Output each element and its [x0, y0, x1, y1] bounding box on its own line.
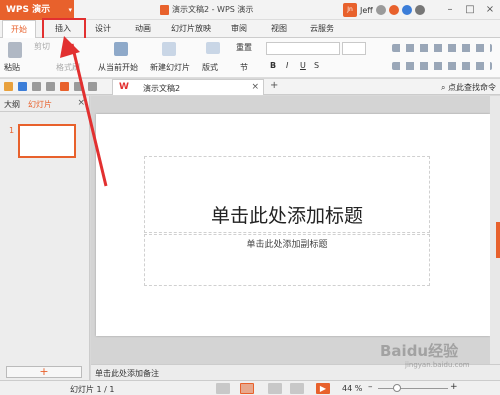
italic-icon[interactable]: I	[286, 61, 288, 70]
tab-view[interactable]: 视图	[262, 20, 296, 38]
slide-sorter-icon[interactable]	[240, 383, 254, 394]
layout-button[interactable]: 版式	[202, 62, 218, 73]
app-logo-label: WPS 演示	[6, 5, 51, 15]
format-painter-button[interactable]: 格式刷	[56, 62, 80, 73]
export-pdf-icon[interactable]	[60, 82, 69, 91]
underline-icon[interactable]: U	[300, 61, 306, 70]
tab-review[interactable]: 审阅	[222, 20, 256, 38]
shadow-icon[interactable]: S	[314, 61, 319, 70]
section-button[interactable]: 节	[240, 62, 248, 73]
zoom-slider-knob[interactable]	[393, 384, 401, 392]
print-icon[interactable]	[32, 82, 41, 91]
slide-panel: 大纲 幻灯片 × 1 +	[0, 96, 90, 380]
new-tab-button[interactable]: +	[270, 80, 278, 91]
maximize-icon[interactable]: □	[460, 0, 480, 20]
subtitle-placeholder-text: 单击此处添加副标题	[246, 240, 328, 250]
wps-app-menu-button[interactable]: WPS 演示 ▾	[0, 0, 74, 20]
command-search[interactable]: ⌕ 点此查找命令	[441, 82, 496, 93]
title-placeholder-text: 单击此处添加标题	[210, 205, 363, 227]
subtitle-placeholder[interactable]: 单击此处添加副标题	[144, 234, 430, 286]
undo-icon[interactable]	[74, 82, 83, 91]
font-family-select[interactable]	[266, 42, 340, 55]
status-bar: 幻灯片 1 / 1 ▶ 44 % – +	[0, 380, 500, 395]
user-name[interactable]: Jeff	[360, 6, 373, 15]
tab-outline[interactable]: 大纲	[4, 99, 20, 110]
from-current-button[interactable]: 从当前开始	[98, 62, 138, 73]
minimize-icon[interactable]: –	[440, 0, 460, 20]
preview-icon[interactable]	[46, 82, 55, 91]
bold-icon[interactable]: B	[270, 61, 276, 70]
tab-slides[interactable]: 幻灯片	[28, 99, 52, 110]
user-area: Jn Jeff	[343, 2, 425, 18]
save-icon[interactable]	[18, 82, 27, 91]
wps-doc-icon: W	[119, 82, 129, 92]
new-slide-icon[interactable]	[162, 42, 176, 56]
close-icon[interactable]: ×	[480, 0, 500, 20]
tab-cloud[interactable]: 云服务	[302, 20, 342, 38]
paste-icon[interactable]	[8, 42, 22, 58]
zoom-slider[interactable]	[378, 388, 448, 389]
reading-view-icon[interactable]	[268, 383, 282, 394]
zoom-in-icon[interactable]: +	[450, 382, 458, 392]
close-tab-icon[interactable]: ×	[251, 82, 259, 92]
slide-thumbnail-number: 1	[9, 126, 15, 135]
zoom-out-icon[interactable]: –	[368, 382, 373, 392]
settings-icon[interactable]	[414, 5, 425, 15]
zoom-level: 44 %	[342, 384, 363, 393]
window-controls: – □ ×	[440, 0, 500, 20]
chevron-down-icon: ▾	[68, 6, 72, 14]
alignment-tools-icon[interactable]	[392, 62, 492, 70]
font-size-select[interactable]	[342, 42, 366, 55]
close-icon[interactable]: ×	[77, 98, 85, 108]
redo-icon[interactable]	[88, 82, 97, 91]
slide-thumbnail[interactable]	[18, 124, 76, 158]
search-icon: ⌕	[440, 83, 448, 92]
play-from-current-icon[interactable]	[114, 42, 128, 56]
window-title: 演示文稿2 - WPS 演示	[160, 0, 253, 20]
side-panel-handle[interactable]	[496, 222, 500, 258]
watermark: Baidu经验	[380, 342, 459, 360]
tab-slideshow[interactable]: 幻灯片放映	[166, 20, 216, 38]
sync-icon[interactable]	[375, 5, 386, 15]
paragraph-tools-icon[interactable]	[392, 44, 492, 52]
tab-animation[interactable]: 动画	[126, 20, 160, 38]
avatar[interactable]: Jn	[343, 3, 357, 17]
watermark-url: jingyan.baidu.com	[405, 361, 470, 369]
ribbon: 粘贴 剪切 格式刷 从当前开始 新建幻灯片 版式 重置 节 B I U S	[0, 38, 500, 78]
normal-view-icon[interactable]	[216, 383, 230, 394]
notes-view-icon[interactable]	[290, 383, 304, 394]
reset-button[interactable]: 重置	[236, 42, 252, 53]
document-tab-title: 演示文稿2	[143, 84, 181, 93]
presentation-doc-icon	[160, 4, 169, 15]
play-slideshow-icon[interactable]: ▶	[316, 383, 330, 394]
add-slide-button[interactable]: +	[6, 366, 82, 378]
layout-icon[interactable]	[206, 42, 220, 54]
tab-design[interactable]: 设计	[86, 20, 120, 38]
new-slide-button[interactable]: 新建幻灯片	[150, 62, 190, 73]
notes-placeholder: 单击此处添加备注	[95, 369, 159, 378]
open-icon[interactable]	[4, 82, 13, 91]
title-placeholder[interactable]: 单击此处添加标题	[144, 156, 430, 233]
annotation-highlight-box	[42, 18, 86, 40]
feedback-icon[interactable]	[401, 5, 412, 15]
document-tab[interactable]: W 演示文稿2 ×	[112, 79, 264, 95]
paste-button[interactable]: 粘贴	[4, 62, 20, 73]
skin-icon[interactable]	[388, 5, 399, 15]
slide-count: 幻灯片 1 / 1	[70, 385, 115, 394]
tab-home[interactable]: 开始	[2, 20, 36, 38]
cut-button[interactable]: 剪切	[34, 41, 50, 52]
